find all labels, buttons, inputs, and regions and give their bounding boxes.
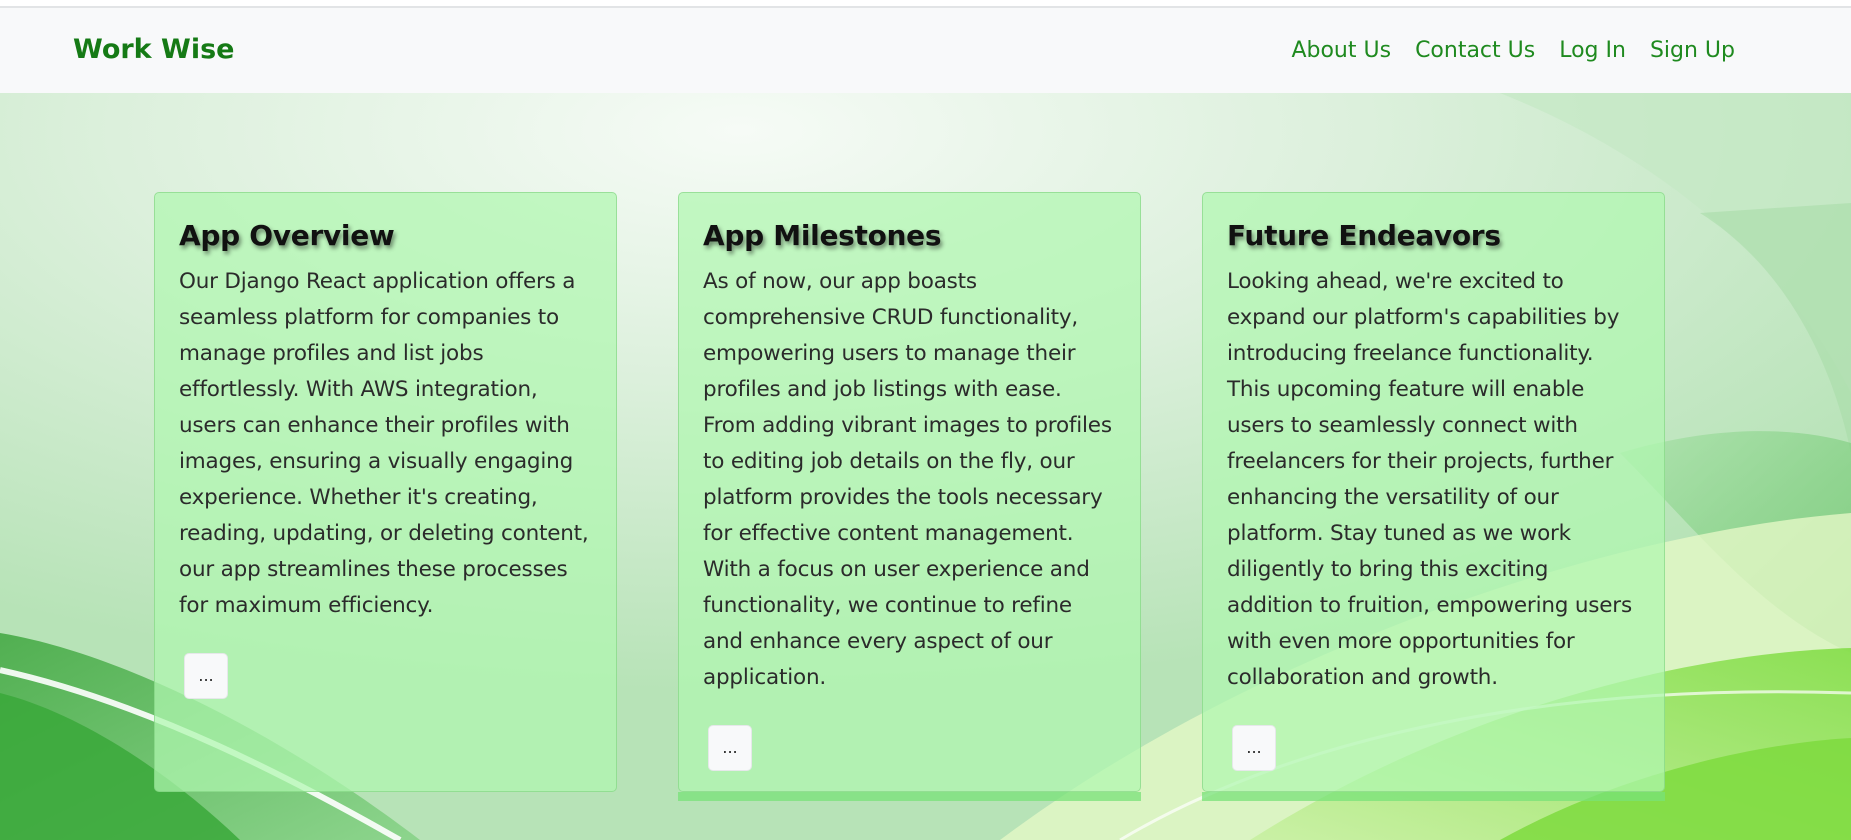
- more-button[interactable]: ...: [184, 653, 228, 699]
- card-text: Our Django React application offers a se…: [179, 269, 589, 618]
- nav-link-contact-us[interactable]: Contact Us: [1415, 38, 1535, 63]
- cards-container: App Overview Our Django React applicatio…: [0, 0, 1851, 840]
- card-app-milestones: App Milestones As of now, our app boasts…: [678, 192, 1141, 792]
- nav-link-log-in[interactable]: Log In: [1559, 38, 1626, 63]
- more-button[interactable]: ...: [708, 725, 752, 771]
- card-title: App Milestones: [703, 219, 942, 252]
- card-text: Looking ahead, we're excited to expand o…: [1227, 269, 1632, 690]
- card-title: App Overview: [179, 219, 395, 252]
- brand-logo[interactable]: Work Wise: [73, 34, 234, 65]
- card-title: Future Endeavors: [1227, 219, 1501, 252]
- card-app-overview: App Overview Our Django React applicatio…: [154, 192, 617, 792]
- nav-link-sign-up[interactable]: Sign Up: [1650, 38, 1735, 63]
- card-underline: [678, 792, 1141, 801]
- card-future-endeavors: Future Endeavors Looking ahead, we're ex…: [1202, 192, 1665, 792]
- card-text: As of now, our app boasts comprehensive …: [703, 269, 1112, 690]
- more-button[interactable]: ...: [1232, 725, 1276, 771]
- navbar: Work Wise About Us Contact Us Log In Sig…: [0, 8, 1851, 93]
- card-underline: [1202, 792, 1665, 801]
- nav-links: About Us Contact Us Log In Sign Up: [1291, 38, 1735, 63]
- nav-link-about-us[interactable]: About Us: [1291, 38, 1391, 63]
